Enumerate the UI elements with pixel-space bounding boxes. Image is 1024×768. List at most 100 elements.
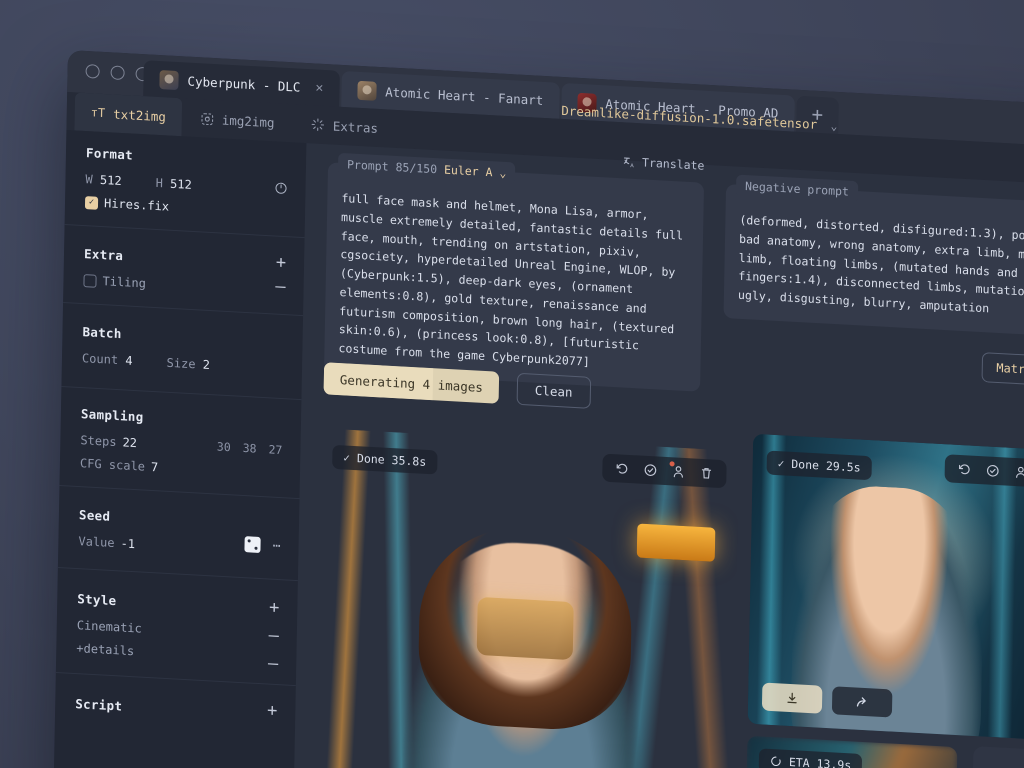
undo-icon[interactable] [958,462,972,477]
status-text: ETA 13.9s [789,755,852,768]
steps-preset[interactable]: 38 [243,441,257,456]
matrix-view-button[interactable]: Matrix view [981,352,1024,388]
style-item-cinematic[interactable]: Cinematic [77,618,277,643]
section-sampling: Sampling 30 38 27 Steps 22 CFG scale 7 [59,387,301,499]
share-button[interactable] [832,686,893,717]
download-button[interactable] [762,682,823,713]
seed-value[interactable]: -1 [120,536,135,551]
remove-style-button[interactable]: – [268,628,279,646]
image-toolbar[interactable] [945,454,1024,487]
undo-icon[interactable] [615,461,629,476]
tiling-checkbox[interactable]: Tiling [83,273,283,298]
tab-extras[interactable]: Extras [294,104,394,147]
negative-prompt-area: A Translate Negative prompt (deformed, d… [723,184,1024,339]
batch-count-label: Count [82,351,118,367]
close-button[interactable] [85,64,99,79]
download-icon [785,691,799,706]
steps-value[interactable]: 22 [122,435,137,450]
batch-count-value[interactable]: 4 [125,353,133,367]
section-title: Style [77,591,277,617]
person-icon[interactable] [1014,465,1024,480]
style-label: Cinematic [77,618,142,636]
prompt-input[interactable]: Prompt 85/150 Euler A ⌄ full face mask a… [324,162,704,392]
spinner-icon [770,755,782,768]
result-card[interactable]: ✓ Done 35.8s [311,428,739,768]
checkbox-icon [83,274,96,288]
prompt-counter: 85/150 [395,160,437,176]
result-card[interactable]: ✓ Done 29.5s [748,434,1024,740]
notification-dot [670,461,675,466]
hires-fix-checkbox[interactable]: ✓ Hires.fix [85,195,285,220]
matrix-view-label: Matrix view [996,361,1024,379]
style-item-details[interactable]: +details [76,641,276,666]
tab-avatar-icon [159,70,178,90]
height-value[interactable]: 512 [170,177,192,192]
translate-label: Translate [642,155,705,172]
section-batch: Batch Count 4 Size 2 [61,303,303,400]
style-label: +details [76,641,134,658]
width-value[interactable]: 512 [100,173,122,188]
steps-preset[interactable]: 30 [217,440,231,455]
section-title: Sampling [81,406,281,432]
add-extra-button[interactable]: + [276,255,287,273]
swap-dimensions-icon[interactable] [274,181,287,195]
section-seed: Seed ⋯ Value -1 [58,486,300,581]
clean-button[interactable]: Clean [517,373,591,409]
status-text: Done 35.8s [357,451,427,469]
tab-label: txt2img [113,106,166,124]
section-format: Format W 512 H 512 ✓ Hires.fix [65,130,307,238]
section-style: + – – Style Cinematic +details [56,568,298,686]
tab-label: Cyberpunk - DLC [187,73,300,94]
tab-img2img[interactable]: img2img [184,98,290,142]
image-icon [201,112,214,126]
add-style-button[interactable]: + [269,600,280,618]
person-icon[interactable] [671,464,685,479]
dice-icon[interactable] [245,536,261,553]
sampler-value[interactable]: Euler A [444,163,493,180]
settings-sidebar: Format W 512 H 512 ✓ Hires.fix + – Extra… [53,130,306,768]
chevron-down-icon[interactable]: ⌄ [499,166,506,180]
neon-sign [637,524,716,562]
close-icon[interactable]: ✕ [315,80,323,95]
batch-size-label: Size [166,356,195,372]
window-controls[interactable] [85,64,149,81]
section-title: Extra [84,246,284,272]
prompt-area: A Translate Prompt 85/150 Euler A ⌄ full… [324,162,704,392]
negative-prompt-label: Negative prompt [736,175,858,204]
tab-avatar-icon [357,80,376,100]
translate-icon: A [623,155,636,169]
svg-text:A: A [630,162,634,169]
steps-label: Steps [80,433,116,449]
negative-prompt-input[interactable]: Negative prompt (deformed, distorted, di… [723,184,1024,339]
result-card-empty[interactable] [970,746,1024,768]
status-text: Done 29.5s [791,457,861,475]
trash-icon[interactable] [699,466,713,481]
checkbox-label: Hires.fix [104,196,169,214]
steps-preset[interactable]: 27 [268,442,282,457]
prompt-text: full face mask and helmet, Mona Lisa, ar… [338,189,689,377]
section-title: Batch [82,324,282,350]
app-window: Cyberpunk - DLC ✕ Atomic Heart - Fanart … [53,50,1024,768]
more-options-icon[interactable]: ⋯ [273,538,281,553]
remove-style-button-2[interactable]: – [268,656,279,674]
check-icon: ✓ [343,451,350,464]
tab-label: Extras [333,118,378,135]
prompt-label: Prompt 85/150 Euler A ⌄ [338,153,516,185]
batch-size-value[interactable]: 2 [203,358,211,372]
tab-label: Atomic Heart - Fanart [385,84,543,108]
minimize-button[interactable] [110,65,124,80]
checkbox-icon: ✓ [85,196,98,210]
tab-txt2img[interactable]: ᴛT txt2img [74,92,182,136]
section-title: Script [75,696,275,722]
cfg-scale-label: CFG scale [80,456,145,474]
section-title: Format [86,145,286,171]
history-icon[interactable] [643,463,657,478]
chevron-down-icon: ⌄ [831,120,838,133]
result-card[interactable]: ETA 13.9s [744,736,957,768]
cfg-scale-value[interactable]: 7 [151,460,159,474]
add-script-button[interactable]: + [267,703,278,721]
history-icon[interactable] [986,463,1000,478]
text-icon: ᴛT [91,105,106,121]
prompt-label-text: Prompt [347,157,389,173]
remove-extra-button[interactable]: – [275,279,286,297]
